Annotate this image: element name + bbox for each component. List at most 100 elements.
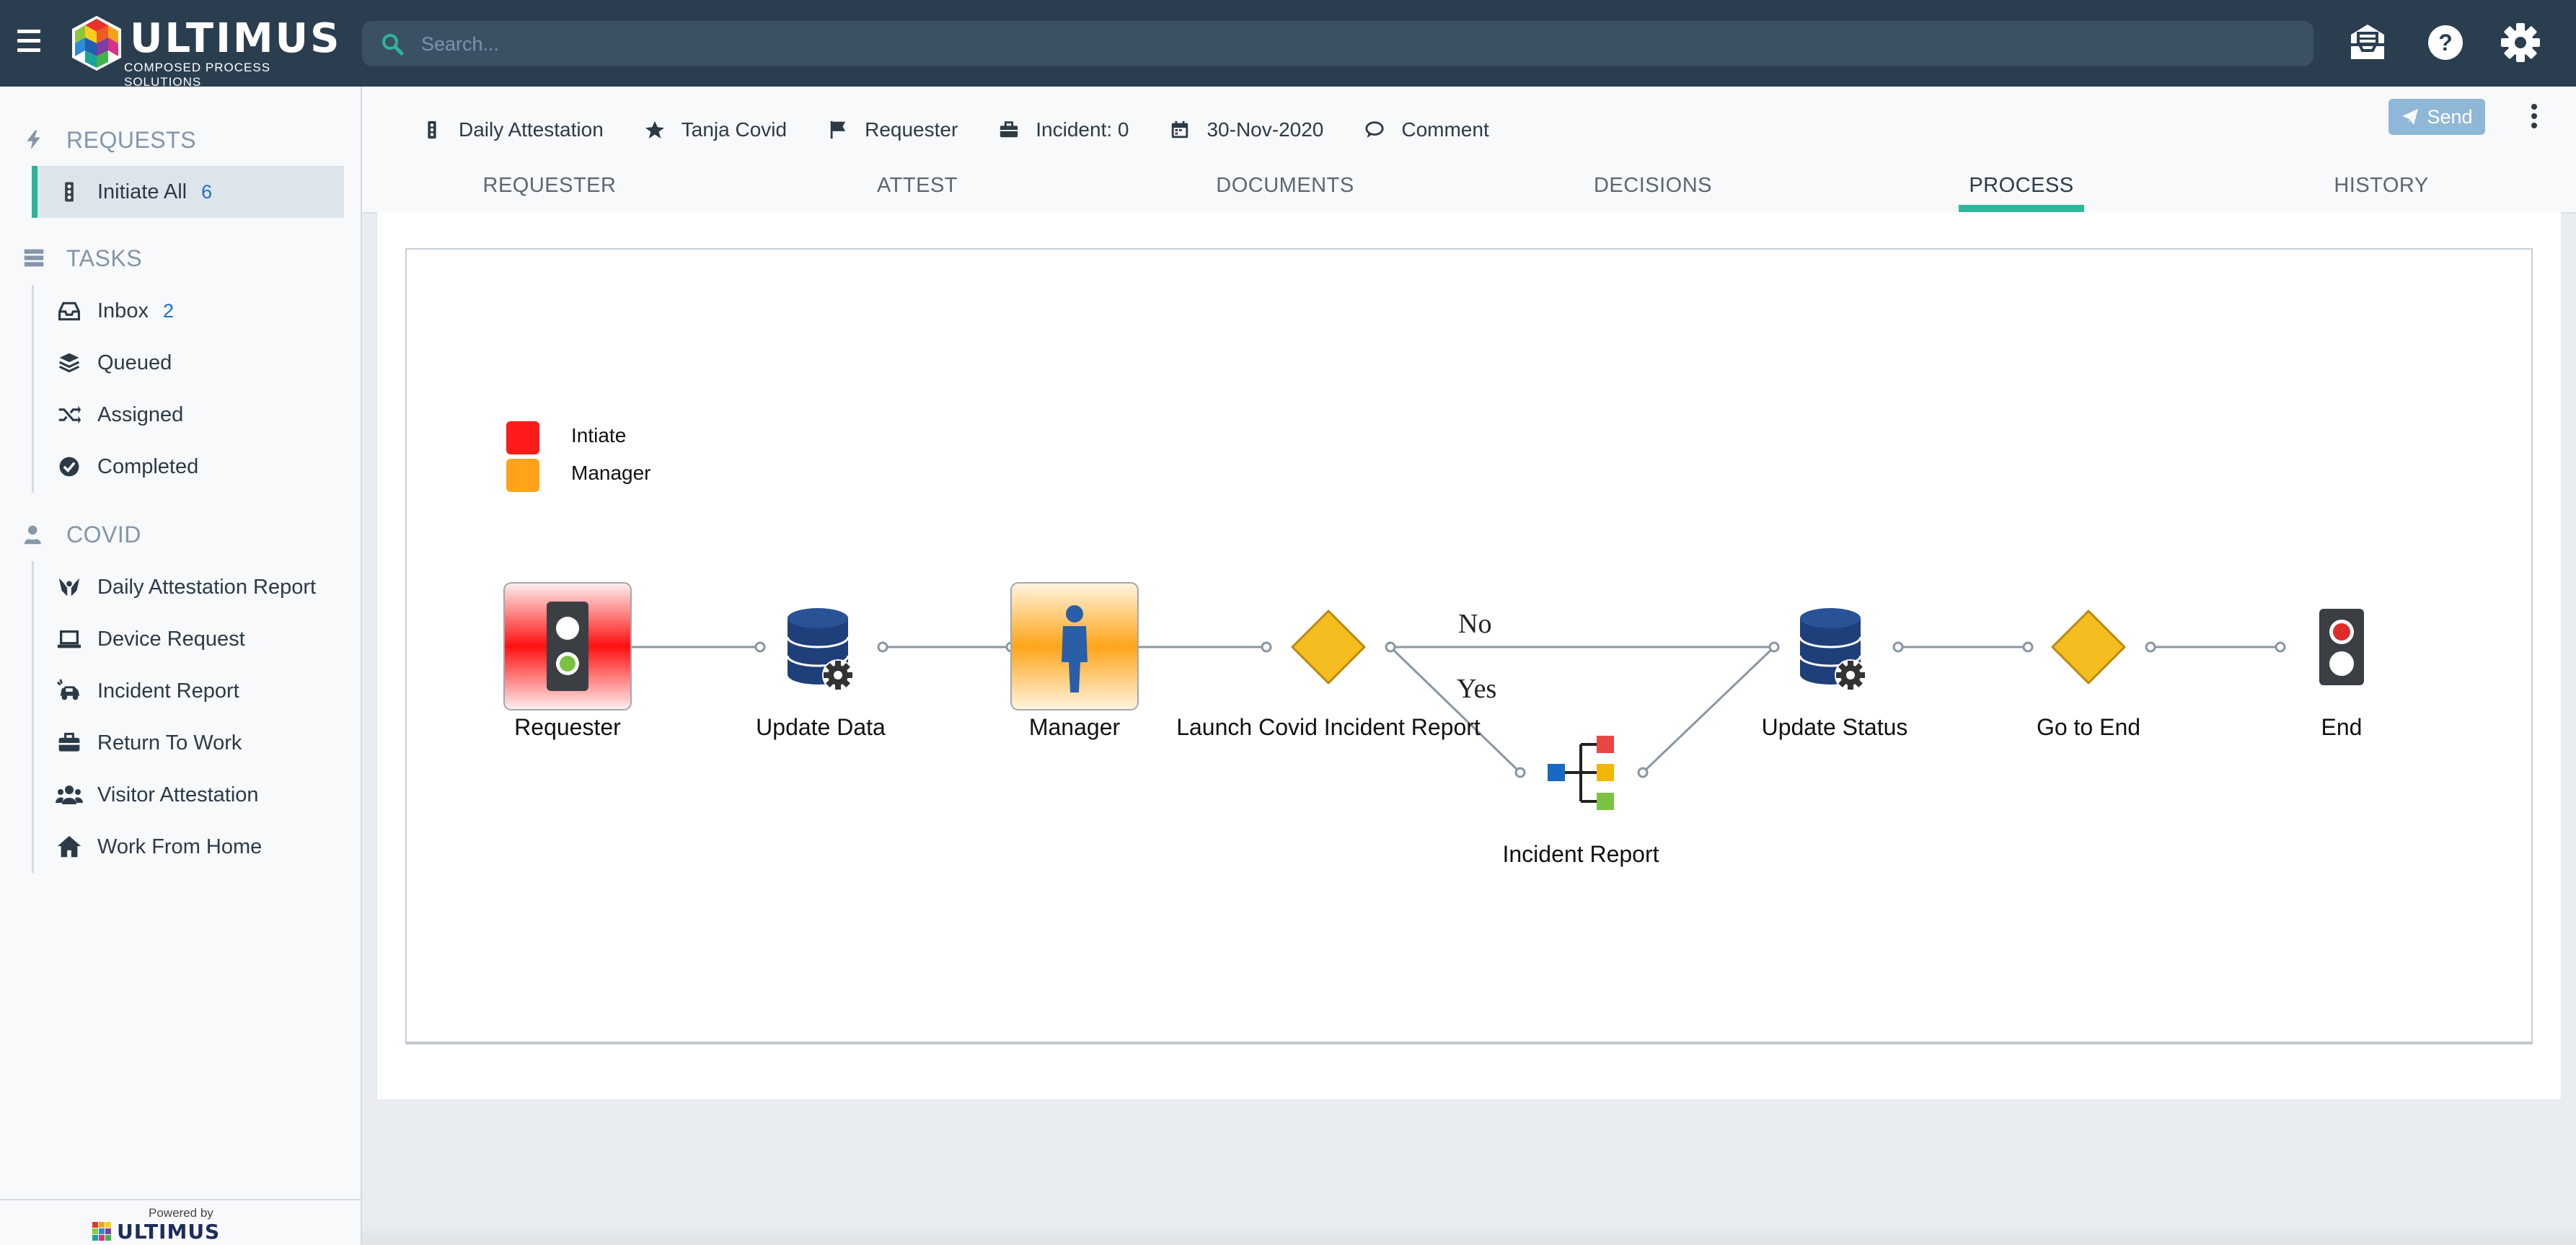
- meta-date: 30-Nov-2020: [1169, 118, 1323, 141]
- meta-text: Incident: 0: [1036, 118, 1129, 141]
- check-circle-icon: [56, 453, 83, 480]
- sidebar-item-work-from-home[interactable]: Work From Home: [34, 821, 344, 873]
- sidebar-item-label: Visitor Attestation: [97, 783, 259, 806]
- sidebar-item-inbox[interactable]: Inbox 2: [34, 285, 344, 337]
- traffic-light-end-icon: [2319, 609, 2364, 685]
- node-label-update-data: Update Data: [756, 714, 886, 740]
- search-input[interactable]: [420, 21, 2283, 68]
- sidebar-item-label: Completed: [97, 454, 199, 478]
- tab-history[interactable]: HISTORY: [2309, 159, 2453, 212]
- flag-icon: [827, 119, 849, 141]
- covid-list: Daily Attestation Report Device Request …: [32, 561, 344, 873]
- meta-user: Tanja Covid: [644, 118, 787, 141]
- sidebar-item-label: Assigned: [97, 402, 184, 426]
- sidebar-item-return-to-work[interactable]: Return To Work: [34, 717, 344, 769]
- meta-comment[interactable]: Comment: [1364, 118, 1489, 141]
- node-end[interactable]: [2319, 609, 2364, 685]
- inbox-icon: [56, 297, 83, 325]
- sidebar: REQUESTS Initiate All 6 TASKS Inbox 2 Qu…: [0, 87, 362, 1245]
- sidebar-item-completed[interactable]: Completed: [34, 441, 344, 493]
- section-title: REQUESTS: [66, 126, 197, 153]
- sidebar-item-label: Device Request: [97, 627, 245, 651]
- traffic-light-icon: [547, 602, 588, 691]
- count-badge: 6: [201, 180, 213, 203]
- process-diagram: Intiate Manager Requester Update Data Ma…: [405, 248, 2533, 1044]
- sidebar-item-visitor-attestation[interactable]: Visitor Attestation: [34, 769, 344, 821]
- logo-cube-icon: [92, 1222, 111, 1241]
- powered-by-text: Powered by: [149, 1206, 213, 1220]
- search-icon: [382, 34, 404, 56]
- legend-swatch-initiate: [506, 421, 539, 454]
- tab-process[interactable]: PROCESS: [1959, 159, 2084, 212]
- calendar-icon: [1169, 119, 1191, 141]
- node-label-launch-covid-incident-report: Launch Covid Incident Report: [1176, 714, 1481, 740]
- users-icon: [56, 781, 83, 809]
- sidebar-item-label: Queued: [97, 351, 172, 374]
- sidebar-item-initiate-all[interactable]: Initiate All 6: [32, 166, 344, 218]
- sidebar-item-label: Initiate All: [97, 180, 188, 203]
- car-crash-icon: [56, 677, 83, 705]
- mail-tray-icon[interactable]: [2345, 20, 2390, 65]
- sidebar-item-label: Work From Home: [97, 835, 263, 858]
- section-tasks[interactable]: TASKS: [22, 240, 142, 276]
- sidebar-item-label: Return To Work: [97, 731, 242, 755]
- node-incident-report[interactable]: [1548, 736, 1614, 810]
- org-chart-icon: [1548, 736, 1614, 810]
- node-update-data[interactable]: [786, 608, 854, 691]
- request-header: Daily Attestation Tanja Covid Requester …: [362, 87, 2576, 214]
- tab-decisions[interactable]: DECISIONS: [1574, 159, 1732, 212]
- hands-icon: [56, 573, 83, 601]
- edge-label-no: No: [1458, 609, 1492, 639]
- legend-label-initiate: Intiate: [571, 424, 627, 446]
- sidebar-item-queued[interactable]: Queued: [34, 337, 344, 389]
- process-flow-canvas: [503, 582, 2364, 810]
- powered-logo-text: ULTIMUS: [117, 1219, 221, 1244]
- more-options-icon[interactable]: [2527, 104, 2541, 133]
- sidebar-item-label: Daily Attestation Report: [97, 575, 317, 599]
- powered-by-footer: Powered by ULTIMUS: [0, 1199, 361, 1245]
- help-icon[interactable]: ?: [2423, 20, 2468, 65]
- sidebar-item-assigned[interactable]: Assigned: [34, 389, 344, 441]
- hamburger-icon[interactable]: [17, 30, 40, 57]
- tab-requester[interactable]: REQUESTER: [477, 159, 622, 212]
- meta-text: Tanja Covid: [681, 118, 788, 141]
- node-label-go-to-end: Go to End: [2036, 714, 2141, 740]
- svg-text:?: ?: [2438, 30, 2453, 56]
- sidebar-item-daily-attestation-report[interactable]: Daily Attestation Report: [34, 561, 344, 613]
- node-label-end: End: [2321, 714, 2363, 740]
- section-covid[interactable]: COVID: [22, 516, 141, 553]
- node-go-to-end[interactable]: [2051, 610, 2126, 685]
- send-button[interactable]: Send: [2388, 99, 2485, 135]
- sidebar-item-device-request[interactable]: Device Request: [34, 613, 344, 665]
- home-icon: [56, 833, 83, 861]
- meta-step: Requester: [827, 118, 958, 141]
- tab-attest[interactable]: ATTEST: [845, 159, 989, 212]
- sidebar-item-label: Inbox: [97, 299, 149, 322]
- sidebar-item-incident-report[interactable]: Incident Report: [34, 665, 344, 717]
- search-bar[interactable]: [362, 21, 2313, 68]
- meta-text: 30-Nov-2020: [1207, 118, 1324, 141]
- bolt-icon: [22, 128, 46, 152]
- meta-text: Daily Attestation: [459, 118, 604, 141]
- tab-documents[interactable]: DOCUMENTS: [1206, 159, 1364, 212]
- node-update-status[interactable]: [1799, 608, 1866, 691]
- shuffle-icon: [56, 401, 83, 428]
- database-gear-icon: [1799, 608, 1866, 691]
- section-requests[interactable]: REQUESTS: [22, 122, 196, 158]
- sidebar-item-label: Incident Report: [97, 679, 239, 703]
- comment-icon: [1364, 119, 1385, 141]
- node-label-incident-report: Incident Report: [1502, 841, 1659, 867]
- node-manager[interactable]: [1010, 582, 1139, 711]
- server-icon: [22, 246, 46, 270]
- meta-process-name: Daily Attestation: [421, 118, 604, 141]
- section-title: COVID: [66, 521, 141, 547]
- app-logo[interactable]: ULTIMUS COMPOSED PROCESS SOLUTIONS: [68, 12, 339, 89]
- legend-swatch-manager: [506, 459, 539, 492]
- legend-label-manager: Manager: [571, 462, 651, 484]
- tasks-list: Inbox 2 Queued Assigned Completed: [32, 285, 344, 493]
- logo-subtitle: COMPOSED PROCESS SOLUTIONS: [124, 61, 271, 89]
- node-requester[interactable]: [503, 582, 632, 711]
- traffic-light-icon: [56, 178, 83, 206]
- gear-icon[interactable]: [2498, 20, 2543, 65]
- node-launch-covid-incident-report[interactable]: [1291, 610, 1366, 685]
